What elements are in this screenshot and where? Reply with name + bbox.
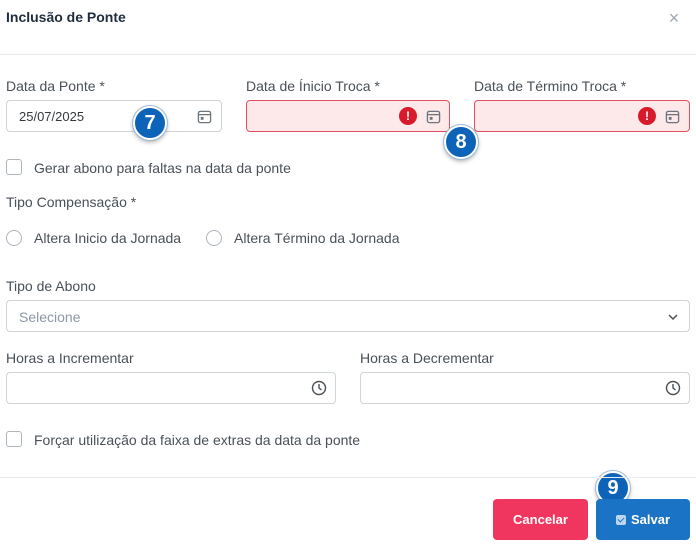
radio-altera-termino[interactable]: [206, 230, 222, 246]
footer-divider: [0, 477, 696, 478]
data-inicio-troca-label: Data de Ínicio Troca *: [246, 78, 380, 94]
forcar-extras-checkbox[interactable]: [6, 431, 22, 447]
tipo-abono-label: Tipo de Abono: [6, 278, 96, 294]
tipo-abono-placeholder: Selecione: [19, 309, 81, 325]
clock-icon[interactable]: [665, 380, 681, 396]
data-ponte-field[interactable]: 25/07/2025: [6, 100, 222, 132]
radio-altera-inicio[interactable]: [6, 230, 22, 246]
horas-decrementar-label: Horas a Decrementar: [360, 350, 494, 366]
horas-decrementar-field[interactable]: [360, 372, 690, 404]
error-icon: !: [399, 107, 417, 125]
save-button-label: Salvar: [630, 512, 671, 527]
tipo-abono-select[interactable]: Selecione: [6, 300, 690, 332]
close-icon[interactable]: ×: [664, 8, 684, 28]
error-icon: !: [638, 107, 656, 125]
save-button[interactable]: Salvar: [596, 499, 690, 540]
step-badge-8: 8: [444, 125, 478, 159]
data-ponte-value: 25/07/2025: [19, 109, 85, 124]
horas-incrementar-field[interactable]: [6, 372, 336, 404]
gerar-abono-checkbox[interactable]: [6, 159, 22, 175]
modal-title: Inclusão de Ponte: [6, 9, 126, 25]
calendar-icon[interactable]: [197, 109, 212, 124]
gerar-abono-label: Gerar abono para faltas na data da ponte: [34, 160, 291, 176]
data-termino-troca-field[interactable]: !: [474, 100, 690, 132]
radio-altera-termino-label: Altera Término da Jornada: [234, 230, 400, 246]
data-termino-troca-label: Data de Término Troca *: [474, 78, 627, 94]
calendar-icon[interactable]: [426, 109, 441, 124]
check-icon: [615, 515, 626, 525]
data-inicio-troca-field[interactable]: !: [246, 100, 450, 132]
modal-header: Inclusão de Ponte ×: [0, 0, 696, 55]
clock-icon[interactable]: [311, 380, 327, 396]
radio-altera-inicio-label: Altera Inicio da Jornada: [34, 230, 182, 246]
forcar-extras-label: Forçar utilização da faixa de extras da …: [34, 432, 361, 448]
chevron-down-icon: [668, 314, 678, 321]
cancel-button[interactable]: Cancelar: [493, 499, 588, 540]
step-badge-7: 7: [133, 106, 167, 140]
horas-incrementar-label: Horas a Incrementar: [6, 350, 134, 366]
calendar-icon[interactable]: [665, 109, 680, 124]
data-ponte-label: Data da Ponte *: [6, 78, 105, 94]
tipo-compensacao-label: Tipo Compensação *: [6, 194, 137, 210]
